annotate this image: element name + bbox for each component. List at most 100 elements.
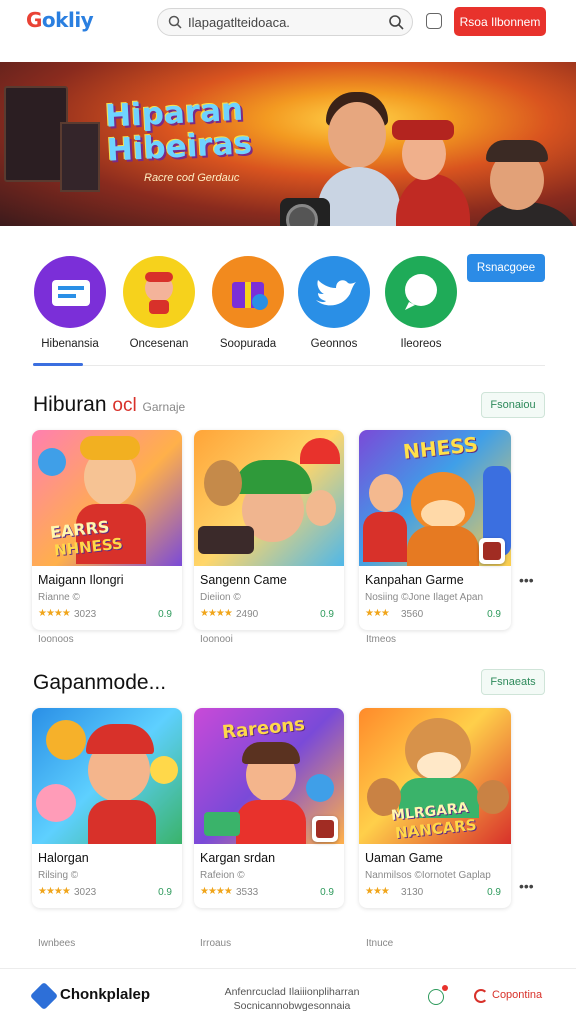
game-thumbnail [194,430,344,566]
rating-count: 3023 [74,887,97,898]
game-name: Sangenn Came [200,573,287,587]
category-item-3[interactable]: Soopurada [210,256,286,350]
app-header: Gokliy Rsoa Ilbonnem [0,0,576,50]
rating-stars: ★★★★ [38,886,71,897]
category-item-2[interactable]: Oncesenan [121,256,197,350]
game-card[interactable]: Rareons Kargan srdan Rafeion © ★★★★ 3533… [194,708,344,908]
category-item-4[interactable]: Geonnos [296,256,372,350]
game-developer: Rilsing © [38,870,79,881]
game-developer: Nanmilsos ©Iornotet Gaplap [365,870,491,881]
game-size: 0.9 [158,887,172,898]
search-icon [168,15,182,29]
logo-text: okliy [41,8,94,32]
banner-title-line2: Hibeiras [106,125,253,169]
monitor-illustration [4,86,68,182]
brand-logo[interactable]: Gokliy [26,8,94,32]
game-developer: Rianne © [38,592,80,603]
card-caption: Iwnbees [38,938,76,949]
header-action-button[interactable]: Rsoa Ilbonnem [454,7,546,36]
rating-count: 2490 [236,609,259,620]
categories-action-button[interactable]: Rsnacgoee [467,254,545,282]
game-size: 0.9 [320,609,334,620]
game-name: Uaman Game [365,851,443,865]
card-caption: Ioonooi [200,634,233,645]
category-label: Soopurada [219,338,277,350]
category-label: Hibenansia [41,338,99,350]
game-size: 0.9 [487,887,501,898]
rating-count: 3560 [401,609,424,620]
mascot-icon [123,256,195,328]
rating-stars: ★★★★ [200,886,233,897]
game-card[interactable]: MLRGARA NANCARS Uaman Game Nanmilsos ©Io… [359,708,511,908]
card-caption: Ioonoos [38,634,74,645]
character-body [318,167,400,226]
category-item-5[interactable]: Ileoreos [383,256,459,350]
monitor-illustration [60,122,100,192]
game-thumbnail: EARRS NHNESS [32,430,182,566]
game-developer: Rafeion © [200,870,245,881]
game-thumbnail: MLRGARA NANCARS [359,708,511,844]
camera-icon [280,198,330,226]
refresh-icon[interactable] [474,989,488,1003]
footer-brand[interactable]: Chonkplalep [60,986,150,1003]
card-caption: Itnuce [366,938,394,949]
more-options-icon[interactable]: ••• [519,878,534,894]
game-developer: Dieiion © [200,592,241,603]
game-name: Maigann Ilongri [38,573,124,587]
banner-subtitle: Racre cod Gerdauc [144,172,240,184]
game-size: 0.9 [158,609,172,620]
category-label: Oncesenan [129,338,189,350]
active-category-indicator [33,363,83,366]
card-caption: Itmeos [366,634,397,645]
search-bar[interactable] [157,8,413,36]
app-badge-icon [312,816,338,842]
chat-icon [385,256,457,328]
rating-stars: ★★★★ [200,608,233,619]
game-card[interactable]: EARRS NHNESS Maigann Ilongri Rianne © ★★… [32,430,182,630]
section-title-muted: Garnaje [142,400,186,414]
card-caption: Irroaus [200,938,232,949]
game-card[interactable]: Sangenn Came Dieiion © ★★★★ 2490 0.9 [194,430,344,630]
more-options-icon[interactable]: ••• [519,572,534,588]
game-card[interactable]: NHESS Kanpahan Garme Nosiing ©Jone Ilage… [359,430,511,630]
footer-link[interactable]: Copontina [492,989,542,1001]
section-title-text: Gapanmode... [33,671,167,694]
game-size: 0.9 [487,609,501,620]
divider [33,365,545,366]
hero-banner[interactable]: Hiparan Hibeiras Racre cod Gerdauc [0,62,576,226]
gift-icon [212,256,284,328]
search-input[interactable] [188,13,378,31]
character-hat [486,140,548,162]
notification-icon[interactable] [426,13,442,29]
category-item-1[interactable]: Hibenansia [32,256,108,350]
card-icon [34,256,106,328]
section-title-text: Hiburan [33,393,107,416]
category-label: Ileoreos [400,338,442,350]
section-see-all-button[interactable]: Fsnaeats [481,669,545,695]
rating-stars: ★★★ [365,886,390,897]
app-footer: Chonkplalep Anfenrcuclad Ilaiiionpliharr… [0,968,576,1024]
game-card[interactable]: Halorgan Rilsing © ★★★★ 3023 0.9 [32,708,182,908]
game-developer: Nosiing ©Jone Ilaget Apan [365,592,484,603]
section-title: Gapanmode... [33,671,166,695]
game-name: Kargan srdan [200,851,276,865]
info-icon[interactable] [428,989,444,1005]
game-name: Halorgan [38,851,89,865]
footer-logo-icon[interactable] [29,981,59,1011]
character-body [396,174,470,226]
section-see-all-button[interactable]: Fsonaiou [481,392,545,418]
bird-icon [298,256,370,328]
rating-count: 3533 [236,887,259,898]
game-size: 0.9 [320,887,334,898]
search-submit-icon[interactable] [388,14,404,30]
game-name: Kanpahan Garme [365,573,464,587]
section-title: Hiburan ocl Garnaje [33,393,185,417]
footer-description: Anfenrcuclad Ilaiiionpliharran Socnicann… [224,986,360,1012]
rating-count: 3023 [74,609,97,620]
banner-title: Hiparan Hibeiras [104,92,253,169]
notification-dot [442,985,448,991]
character-head [328,102,386,168]
section-title-accent: ocl [112,395,137,416]
character-hat [392,120,454,140]
rating-stars: ★★★★ [38,608,71,619]
